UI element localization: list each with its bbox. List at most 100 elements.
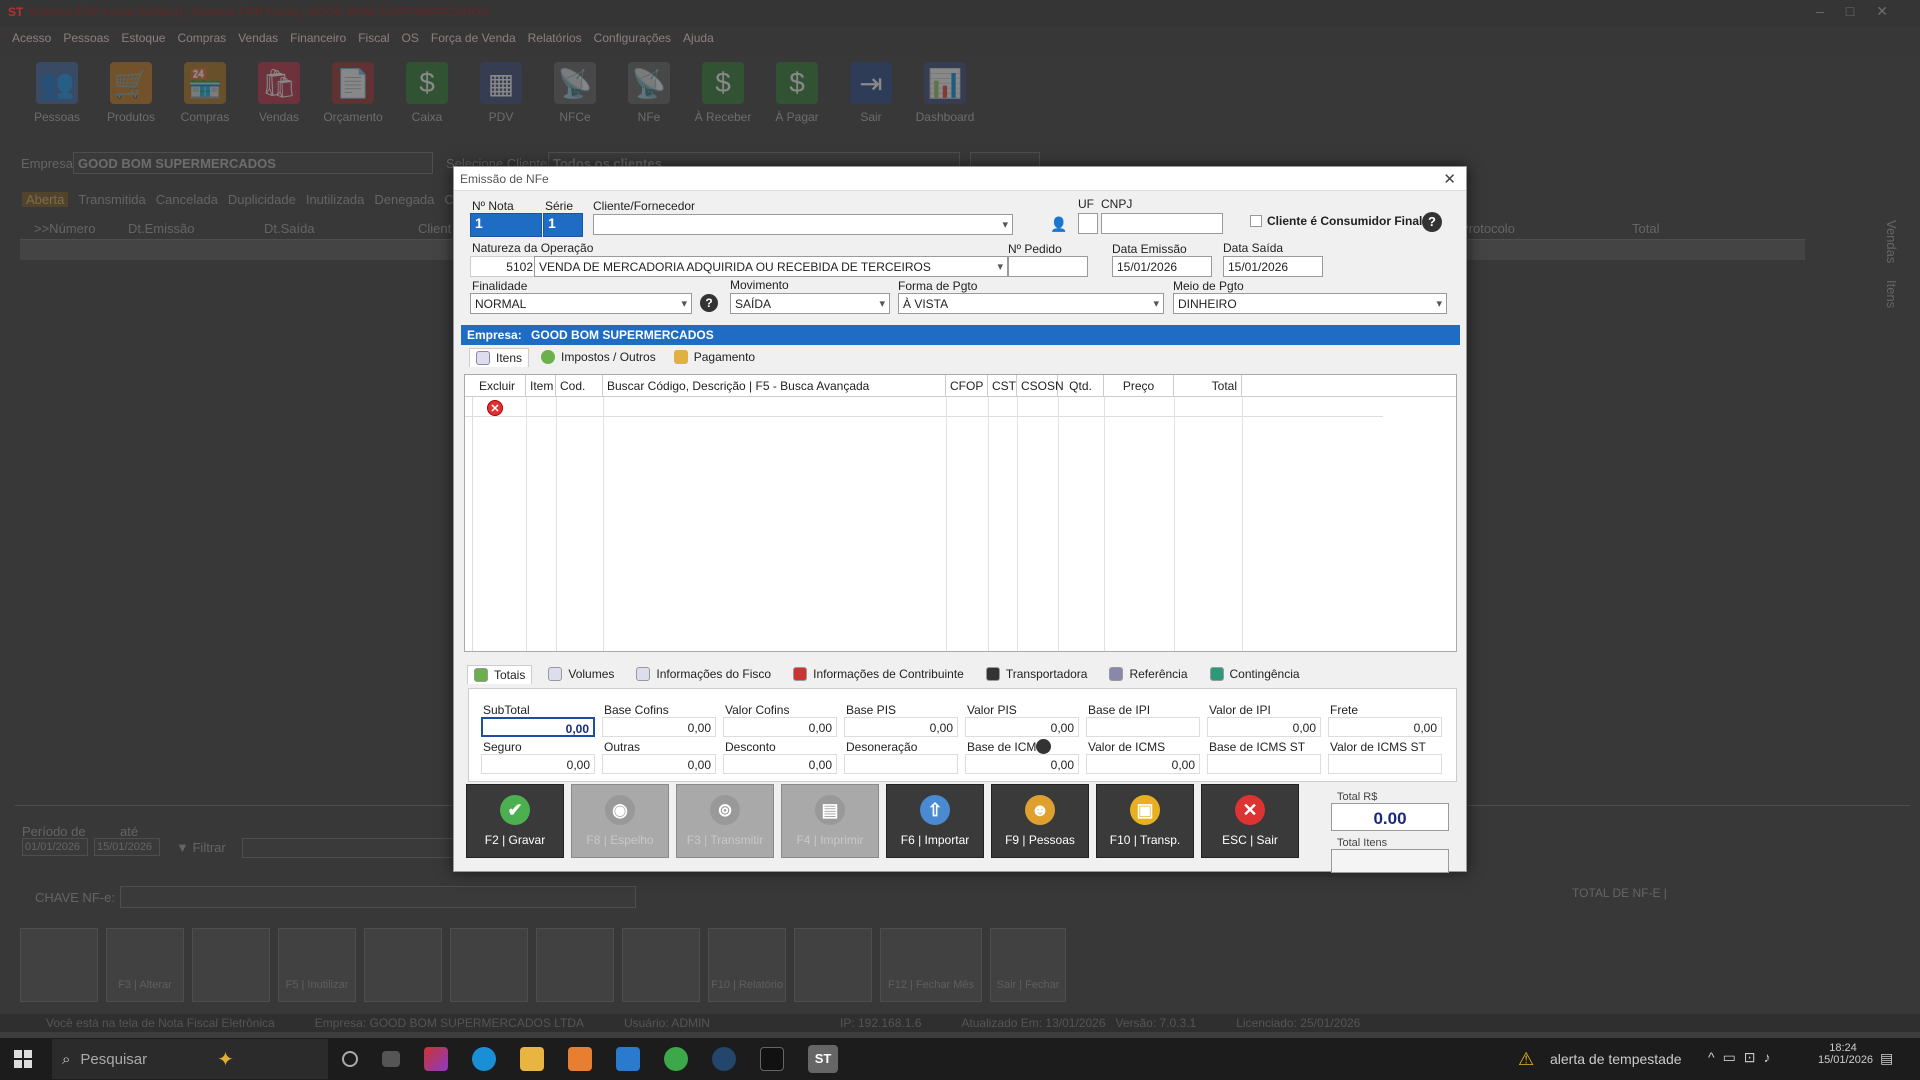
task-view-icon[interactable]: [382, 1051, 400, 1067]
antenna-icon: ⊚: [710, 795, 740, 825]
tab-itens[interactable]: Itens: [469, 347, 530, 367]
cliente-select[interactable]: [593, 214, 1013, 235]
tab-totais[interactable]: Totais: [467, 664, 533, 684]
help-icon[interactable]: ?: [700, 294, 718, 312]
importar-button[interactable]: ⇧ F6 | Importar: [886, 784, 984, 858]
subtotal-field[interactable]: 0,00: [481, 717, 595, 737]
natureza-cfop-field[interactable]: 5102: [470, 256, 538, 277]
tray-icons[interactable]: ^▭⊡♪: [1708, 1049, 1779, 1066]
seguro-field[interactable]: 0,00: [481, 754, 595, 774]
finalidade-label: Finalidade: [472, 279, 528, 293]
imprimir-button[interactable]: ▤ F4 | Imprimir: [781, 784, 879, 858]
data-saida-field[interactable]: 15/01/2026: [1223, 256, 1323, 277]
natureza-select[interactable]: VENDA DE MERCADORIA ADQUIRIDA OU RECEBID…: [534, 256, 1008, 277]
help-icon[interactable]: ?: [1422, 212, 1442, 232]
base-cofins-field[interactable]: 0,00: [602, 717, 716, 737]
col-excluir[interactable]: Excluir: [475, 375, 526, 397]
transp-button[interactable]: ▣ F10 | Transp.: [1096, 784, 1194, 858]
weather-text[interactable]: alerta de tempestade: [1550, 1051, 1682, 1067]
edge-icon[interactable]: [472, 1047, 496, 1071]
consumidor-checkbox[interactable]: [1250, 215, 1262, 227]
contingency-icon: [1209, 667, 1224, 681]
tab-label: Volumes: [568, 667, 615, 681]
button-label: F4 | Imprimir: [796, 833, 864, 847]
col-preco[interactable]: Preço: [1104, 375, 1174, 397]
col-csosn[interactable]: CSOSN: [1017, 375, 1064, 397]
forma-pgto-select[interactable]: À VISTA: [898, 293, 1164, 314]
close-icon[interactable]: ✕: [1443, 170, 1456, 188]
movimento-select[interactable]: SAÍDA: [730, 293, 890, 314]
finalidade-select[interactable]: NORMAL: [470, 293, 692, 314]
base-pis-label: Base PIS: [846, 703, 897, 717]
data-emissao-field[interactable]: 15/01/2026: [1112, 256, 1212, 277]
tab-impostos[interactable]: Impostos / Outros: [535, 348, 662, 366]
grid-col-line: [556, 397, 557, 651]
col-total[interactable]: Total: [1174, 375, 1242, 397]
clock[interactable]: 18:24 15/01/2026: [1818, 1042, 1873, 1066]
frete-field[interactable]: 0,00: [1328, 717, 1442, 737]
windows-start-icon[interactable]: [14, 1050, 32, 1068]
chrome-icon[interactable]: [664, 1047, 688, 1071]
gravar-button[interactable]: ✔ F2 | Gravar: [466, 784, 564, 858]
tab-informacoes-do-fisco[interactable]: Informações do Fisco: [630, 665, 777, 683]
desconto-field[interactable]: 0,00: [723, 754, 837, 774]
pedido-field[interactable]: [1008, 256, 1088, 277]
store-icon[interactable]: [568, 1047, 592, 1071]
softtech-taskbar-icon[interactable]: ST: [808, 1045, 838, 1073]
empresa-label: Empresa:: [467, 328, 522, 342]
cnpj-field[interactable]: [1101, 213, 1223, 234]
totals-tabs: Totais Volumes Informações do Fisco Informa…: [467, 663, 1457, 685]
base-pis-field[interactable]: 0,00: [844, 717, 958, 737]
nota-field[interactable]: 1: [470, 213, 542, 237]
col-cst[interactable]: CST: [988, 375, 1017, 397]
taskbar-search[interactable]: ⌕ Pesquisar ✦: [52, 1039, 328, 1079]
col-qtd[interactable]: Qtd.: [1058, 375, 1104, 397]
col-item[interactable]: Item: [526, 375, 556, 397]
outras-field[interactable]: 0,00: [602, 754, 716, 774]
tab-pagamento[interactable]: Pagamento: [668, 348, 761, 366]
espelho-button[interactable]: ◉ F8 | Espelho: [571, 784, 669, 858]
valor-pis-label: Valor PIS: [967, 703, 1017, 717]
base-de-icms-st-field[interactable]: [1207, 754, 1321, 774]
status-empresa: Empresa: GOOD BOM SUPERMERCADOS LTDA: [314, 1016, 584, 1030]
sair-button[interactable]: ✕ ESC | Sair: [1201, 784, 1299, 858]
pedido-label: Nº Pedido: [1008, 242, 1062, 256]
copilot-icon[interactable]: [424, 1047, 448, 1071]
cortana-icon[interactable]: [342, 1051, 358, 1067]
file-explorer-icon[interactable]: [520, 1047, 544, 1071]
mail-icon[interactable]: [616, 1047, 640, 1071]
uf-field[interactable]: [1078, 213, 1098, 234]
uf-label: UF: [1078, 197, 1094, 211]
serie-field[interactable]: 1: [543, 213, 583, 237]
base-de-icms-field[interactable]: 0,00: [965, 754, 1079, 774]
tab-contingencia[interactable]: Contingência: [1204, 665, 1306, 683]
terminal-icon[interactable]: [760, 1047, 784, 1071]
valor-de-icms-st-field[interactable]: [1328, 754, 1442, 774]
grid-col-line: [1058, 397, 1059, 651]
col-cod[interactable]: Cod.: [556, 375, 603, 397]
items-grid-header: Excluir Item Cod. Buscar Código, Descrição …: [465, 375, 1456, 397]
desoneracao-field[interactable]: [844, 754, 958, 774]
tab-informacoes-de-contribuinte[interactable]: Informações de Contribuinte: [787, 665, 970, 683]
base-de-ipi-field[interactable]: [1086, 717, 1200, 737]
valor-de-icms-field[interactable]: 0,00: [1086, 754, 1200, 774]
nfe-emission-dialog: Emissão de NFe ✕ Nº Nota Série Cliente/F…: [453, 166, 1467, 873]
tab-transportadora[interactable]: Transportadora: [980, 665, 1094, 683]
help-icon[interactable]: [1036, 739, 1051, 754]
col-buscar-codigo-descri[interactable]: Buscar Código, Descrição | F5 - Busca Av…: [603, 375, 946, 397]
app-icon[interactable]: [712, 1047, 736, 1071]
meio-pgto-select[interactable]: DINHEIRO: [1173, 293, 1447, 314]
tab-volumes[interactable]: Volumes: [542, 665, 620, 683]
col-cfop[interactable]: CFOP: [946, 375, 988, 397]
pessoas-button[interactable]: ☻ F9 | Pessoas: [991, 784, 1089, 858]
person-search-icon[interactable]: 👤: [1050, 216, 1067, 233]
tab-pagamento-label: Pagamento: [693, 350, 756, 364]
tab-label: Transportadora: [1005, 667, 1088, 681]
clock-time: 18:24: [1829, 1042, 1857, 1054]
transmitir-button[interactable]: ⊚ F3 | Transmitir: [676, 784, 774, 858]
tab-referencia[interactable]: Referência: [1103, 665, 1193, 683]
valor-cofins-field[interactable]: 0,00: [723, 717, 837, 737]
valor-de-ipi-field[interactable]: 0,00: [1207, 717, 1321, 737]
notification-icon[interactable]: ▤: [1880, 1050, 1893, 1067]
valor-pis-field[interactable]: 0,00: [965, 717, 1079, 737]
